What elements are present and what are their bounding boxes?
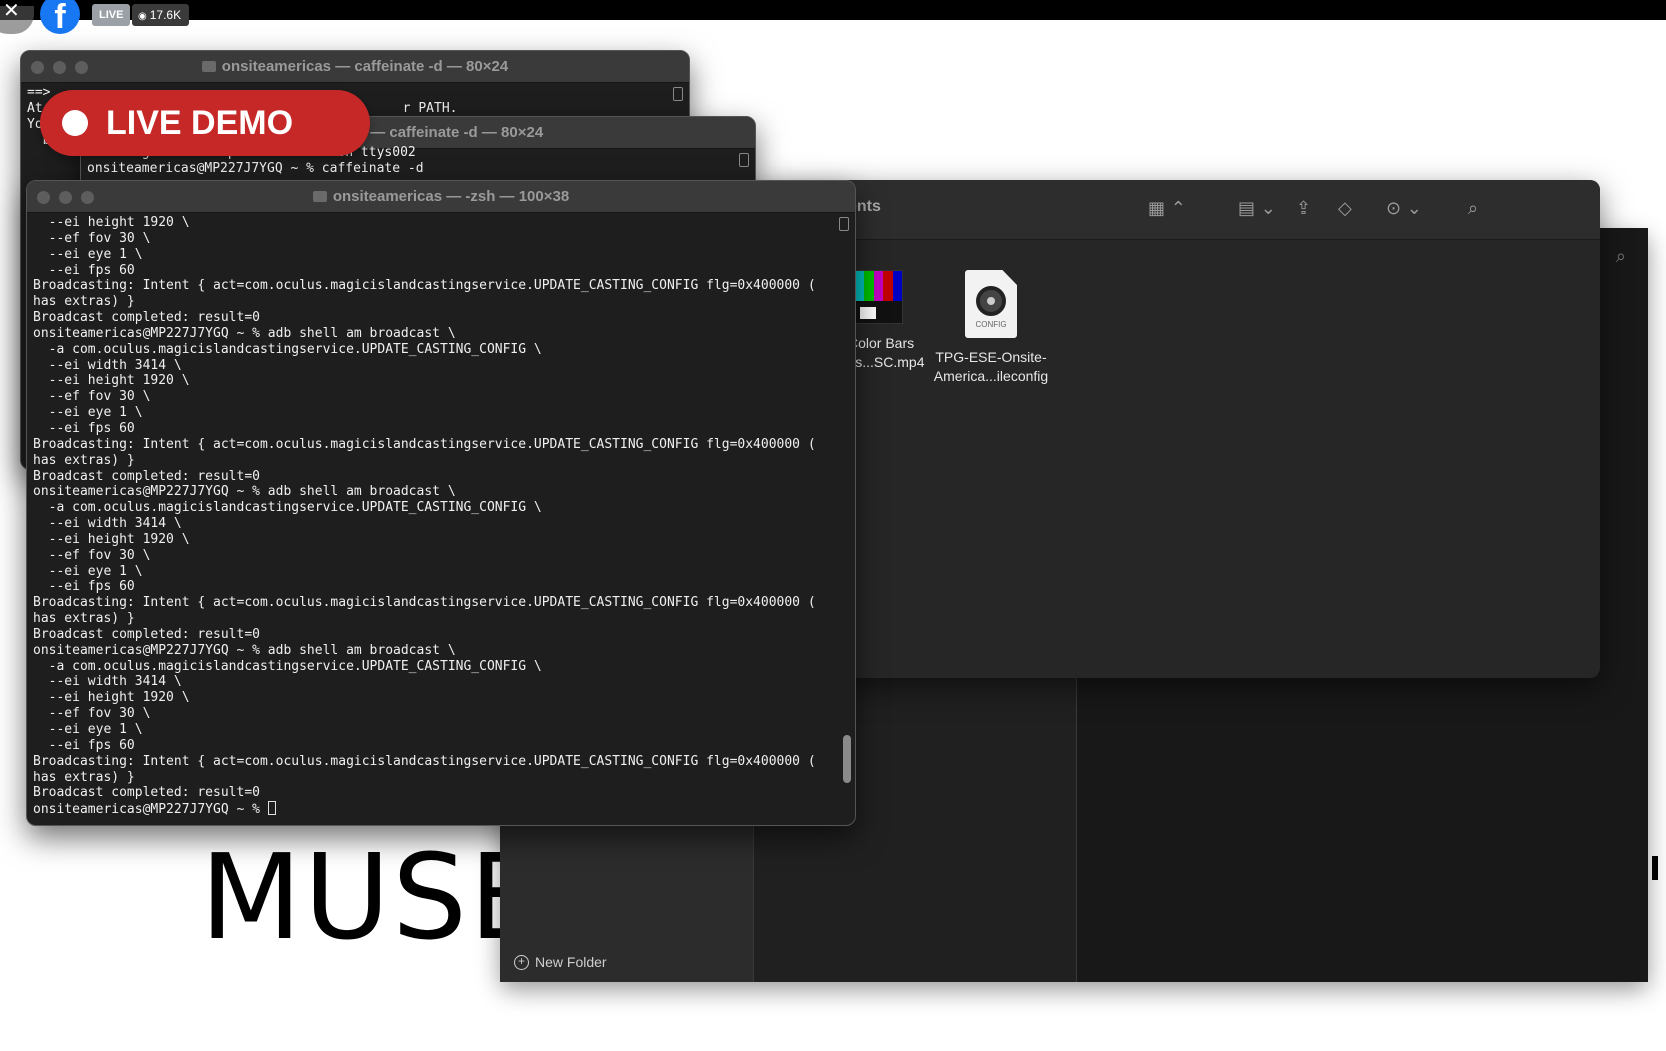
terminal-output: --ei height 1920 \ --ef fov 30 \ --ei ey…	[33, 215, 833, 825]
terminal-line: Broadcasting: Intent { act=com.oculus.ma…	[33, 278, 816, 294]
terminal-line: -a com.oculus.magicislandcastingservice.…	[33, 500, 542, 516]
terminal-title-text: onsiteamericas — caffeinate -d — 80×24	[221, 58, 509, 75]
terminal-line: --ei width 3414 \	[33, 516, 182, 532]
facebook-icon: f	[40, 0, 80, 36]
search-icon[interactable]: ⌕	[1468, 198, 1478, 219]
terminal-prompt-line[interactable]: onsiteamericas@MP227J7YGQ ~ %	[33, 801, 833, 818]
terminal-titlebar: onsiteamericas — caffeinate -d — 80×24	[21, 51, 689, 83]
terminal-line: --ei eye 1 \	[33, 405, 143, 421]
slide-title: MUSE	[200, 828, 546, 966]
terminal-line: --ei fps 60	[33, 579, 135, 595]
new-folder-button[interactable]: + New Folder	[514, 954, 607, 970]
more-actions-icon[interactable]: ⊙ ⌄	[1386, 198, 1422, 219]
terminal-line: Broadcast completed: result=0	[33, 785, 260, 801]
terminal-line: --ei width 3414 \	[33, 357, 182, 373]
terminal-line: --ei eye 1 \	[33, 722, 143, 737]
terminal-line: --ei fps 60	[33, 262, 135, 278]
slide-edge-mark	[1652, 856, 1658, 880]
terminal-line: has extras) }	[33, 611, 135, 627]
terminal-line: --ef fov 30 \	[33, 547, 151, 563]
terminal-line: has extras) }	[33, 452, 135, 468]
finder-window: ents ▦ ⌃ ▤ ⌄ ⇪ ◇ ⊙ ⌄ ⌕ HD Color Bars and…	[760, 180, 1600, 678]
terminal-prompt: onsiteamericas@MP227J7YGQ ~ %	[33, 802, 268, 818]
group-icon[interactable]: ▤ ⌄	[1238, 198, 1276, 219]
terminal-line: --ei height 1920 \	[33, 373, 190, 389]
terminal-title: onsiteamericas — caffeinate -d — 80×24	[21, 58, 689, 75]
folder-icon	[312, 191, 327, 202]
terminal-line: --ei height 1920 \	[33, 531, 190, 547]
terminal-line: --ef fov 30 \	[33, 706, 151, 722]
plus-circle-icon: +	[514, 954, 529, 970]
terminal-line: onsiteamericas@MP227J7YGQ ~ % caffeinate…	[87, 160, 424, 176]
icon-view-icon[interactable]: ▦ ⌃	[1148, 198, 1186, 219]
terminal-line: Broadcast completed: result=0	[33, 468, 260, 484]
record-dot-icon	[62, 110, 88, 136]
terminal-title-text: onsiteamericas — -zsh — 100×38	[332, 188, 570, 205]
terminal-line: Broadcast completed: result=0	[33, 310, 260, 326]
terminal-line: --ei height 1920 \	[33, 690, 190, 706]
eye-icon: ◉	[138, 11, 147, 22]
terminal-line: --ef fov 30 \	[33, 230, 151, 246]
terminal-title: cas — caffeinate -d — 80×24	[341, 124, 544, 141]
terminal-line: Broadcasting: Intent { act=com.oculus.ma…	[33, 595, 816, 611]
close-icon[interactable]: ✕	[3, 0, 20, 20]
search-icon[interactable]: ⌕	[1616, 246, 1626, 267]
folder-icon	[201, 61, 216, 72]
terminal-line: --ei eye 1 \	[33, 246, 143, 262]
terminal-title: onsiteamericas — -zsh — 100×38	[27, 188, 855, 205]
text-cursor	[267, 801, 276, 816]
terminal-window-main[interactable]: onsiteamericas — -zsh — 100×38 --ei heig…	[26, 180, 856, 826]
stream-top-bar	[0, 0, 1666, 20]
file-name-line2: America...ileconfig	[933, 368, 1049, 384]
terminal-titlebar: onsiteamericas — -zsh — 100×38	[27, 181, 855, 213]
live-demo-label: LIVE DEMO	[106, 103, 294, 142]
finder-toolbar: ents ▦ ⌃ ▤ ⌄ ⇪ ◇ ⊙ ⌄ ⌕	[760, 180, 1600, 240]
gear-icon	[976, 286, 1006, 316]
viewer-count-value: 17.6K	[149, 8, 182, 22]
terminal-line: --ei height 1920 \	[33, 215, 190, 230]
terminal-line: Broadcasting: Intent { act=com.oculus.ma…	[33, 436, 816, 452]
terminal-line: has extras) }	[33, 769, 135, 785]
terminal-line: -a com.oculus.magicislandcastingservice.…	[33, 658, 542, 674]
terminal-line: Broadcast completed: result=0	[33, 626, 260, 642]
terminal-line: --ef fov 30 \	[33, 389, 151, 405]
terminal-line: onsiteamericas@MP227J7YGQ ~ % adb shell …	[33, 325, 456, 341]
scrollbar-thumb[interactable]	[843, 735, 851, 783]
live-badge: LIVE	[92, 4, 131, 26]
scroll-indicator[interactable]	[739, 153, 749, 167]
terminal-line: --ei width 3414 \	[33, 674, 182, 690]
terminal-line: Broadcasting: Intent { act=com.oculus.ma…	[33, 753, 816, 769]
tag-icon[interactable]: ◇	[1338, 198, 1352, 219]
live-demo-banner: LIVE DEMO	[40, 90, 370, 156]
terminal-line: has extras) }	[33, 294, 135, 310]
viewer-count: ◉ 17.6K	[132, 4, 190, 26]
config-icon-label: CONFIG	[975, 320, 1007, 329]
share-icon[interactable]: ⇪	[1296, 198, 1311, 219]
scroll-indicator[interactable]	[839, 217, 849, 231]
terminal-line: -a com.oculus.magicislandcastingservice.…	[33, 341, 542, 357]
new-folder-label: New Folder	[535, 954, 607, 970]
config-file-icon: CONFIG	[965, 270, 1017, 338]
terminal-line: onsiteamericas@MP227J7YGQ ~ % adb shell …	[33, 642, 456, 658]
terminal-line: onsiteamericas@MP227J7YGQ ~ % adb shell …	[33, 484, 456, 500]
terminal-line: --ei fps 60	[33, 420, 135, 436]
scroll-indicator[interactable]	[673, 87, 683, 101]
file-name-line1: TPG-ESE-Onsite-	[935, 349, 1047, 365]
terminal-line: --ei fps 60	[33, 737, 135, 753]
file-item-config[interactable]: CONFIG TPG-ESE-Onsite- America...ileconf…	[926, 270, 1056, 386]
terminal-line: --ei eye 1 \	[33, 563, 143, 579]
